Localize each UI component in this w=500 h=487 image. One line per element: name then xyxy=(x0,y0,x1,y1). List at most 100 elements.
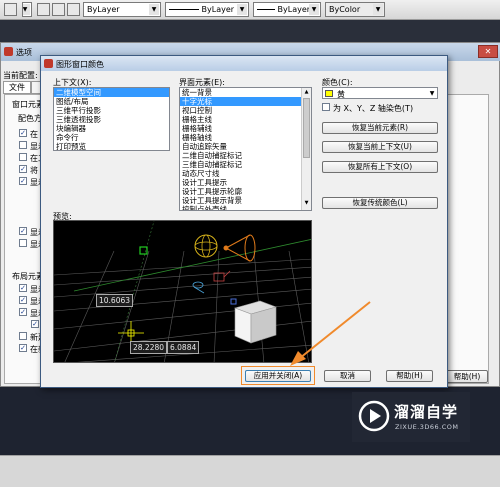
layout-checkbox-6[interactable]: ✓ xyxy=(19,344,27,352)
lineweight-dropdown[interactable]: ByLayer ▼ xyxy=(253,2,321,17)
green-axis-line xyxy=(73,239,311,292)
chevron-down-icon: ▼ xyxy=(429,90,435,97)
interface-list-item[interactable]: 栅格主线 xyxy=(180,115,311,124)
restore-current-context-label: 恢复当前上下文(U) xyxy=(348,142,412,151)
play-logo-icon xyxy=(358,400,390,432)
linetype-dropdown[interactable]: ByLayer ▼ xyxy=(165,2,249,17)
status-bar xyxy=(0,455,500,487)
interface-list-item[interactable]: 统一背景 xyxy=(180,88,311,97)
arrow-head xyxy=(290,351,306,366)
color-value: 黄 xyxy=(337,90,345,99)
interface-listbox[interactable]: 统一背景 十字光标 视口控制 栅格主线 栅格辅线 栅格轴线 自动追踪矢量 二维自动捕捉标记 三维… xyxy=(179,87,312,211)
options-help-button[interactable]: 帮助(H) xyxy=(446,370,488,383)
chevron-down-icon: ▼ xyxy=(149,4,159,15)
layout-checkbox-2[interactable]: ✓ xyxy=(19,296,27,304)
restore-classic-colors-button[interactable]: 恢复传统颜色(L) xyxy=(322,197,438,209)
plotstyle-value: ByColor xyxy=(329,5,361,14)
watermark-brand: 溜溜自学 xyxy=(394,403,459,421)
scroll-thumb[interactable] xyxy=(303,98,310,158)
color-dropdown[interactable]: 黄 ▼ xyxy=(322,87,438,99)
checkbox-1-label: 在 xyxy=(30,130,38,139)
watermark: 溜溜自学 ZIXUE.3D66.COM xyxy=(352,392,470,442)
context-list-item[interactable]: 二维模型空间 xyxy=(54,88,169,97)
make-current-icon[interactable] xyxy=(37,3,50,16)
chevron-down-icon: ▼ xyxy=(23,4,30,15)
dialog-title: 图形窗口颜色 xyxy=(56,60,104,69)
color-control-value: ByLayer xyxy=(87,5,120,14)
watermark-url: ZIXUE.3D66.COM xyxy=(395,423,459,431)
tab-files[interactable]: 文件 xyxy=(3,81,31,94)
restore-all-contexts-button[interactable]: 恢复所有上下文(O) xyxy=(322,161,438,173)
restore-all-contexts-label: 恢复所有上下文(O) xyxy=(347,162,413,171)
layout-checkbox-5[interactable] xyxy=(19,332,27,340)
layout-checkbox-3[interactable]: ✓ xyxy=(19,308,27,316)
checkbox-3[interactable] xyxy=(19,153,27,161)
restore-current-context-button[interactable]: 恢复当前上下文(U) xyxy=(322,141,438,153)
interface-list-item[interactable]: 栅格轴线 xyxy=(180,133,311,142)
checkbox-5[interactable]: ✓ xyxy=(19,177,27,185)
current-config-label: 当前配置: xyxy=(3,71,38,80)
interface-list-item[interactable]: 设计工具提示 xyxy=(180,178,311,187)
restore-current-element-label: 恢复当前元素(R) xyxy=(351,123,409,132)
distance-value: 10.6063 xyxy=(99,296,131,305)
restore-current-element-button[interactable]: 恢复当前元素(R) xyxy=(322,122,438,134)
scroll-down-icon[interactable]: ▼ xyxy=(303,200,310,208)
close-icon[interactable]: ✕ xyxy=(478,45,498,58)
y-value: 6.0884 xyxy=(170,343,197,352)
interface-list-item[interactable]: 设计工具提示背景 xyxy=(180,196,311,205)
tint-axes-label: 为 X、Y、Z 轴染色(T) xyxy=(333,104,414,113)
layout-checkbox-1[interactable]: ✓ xyxy=(19,284,27,292)
context-listbox[interactable]: 二维模型空间 图纸/布局 三维平行投影 三维透视投影 块编辑器 命令行 打印预览 xyxy=(53,87,170,151)
linetype-sample xyxy=(169,9,199,10)
context-list-item[interactable]: 三维平行投影 xyxy=(54,106,169,115)
checkbox-7[interactable] xyxy=(19,239,27,247)
layout-checkbox-4[interactable]: ✓ xyxy=(31,320,39,328)
dialog-title-bar: 图形窗口颜色 xyxy=(41,56,447,71)
lineweight-value: ByLayer xyxy=(277,5,311,14)
layer-previous-icon[interactable] xyxy=(52,3,65,16)
interface-list-item[interactable]: 二维自动捕捉标记 xyxy=(180,151,311,160)
properties-toolbar: ▼ ByLayer ▼ ByLayer ▼ ByLayer ▼ ByColor … xyxy=(0,0,500,20)
plotstyle-dropdown[interactable]: ByColor ▼ xyxy=(325,2,385,17)
linetype-value: ByLayer xyxy=(201,5,235,14)
color-control-dropdown[interactable]: ByLayer ▼ xyxy=(83,2,161,17)
interface-list-item[interactable]: 栅格辅线 xyxy=(180,124,311,133)
options-title: 选项 xyxy=(16,48,32,57)
context-list-item[interactable]: 打印预览 xyxy=(54,142,169,150)
checkbox-4-label: 将 xyxy=(30,166,38,175)
chevron-down-icon: ▼ xyxy=(237,4,247,15)
light-sphere-icon xyxy=(194,234,218,258)
help-label: 帮助(H) xyxy=(396,371,423,380)
drawing-area-top xyxy=(0,20,500,42)
tint-axes-checkbox[interactable] xyxy=(322,103,330,111)
checkbox-2[interactable] xyxy=(19,141,27,149)
checkbox-1[interactable]: ✓ xyxy=(19,129,27,137)
interface-list-item[interactable]: 视口控制 xyxy=(180,106,311,115)
layer-match-icon[interactable] xyxy=(67,3,80,16)
context-list-item[interactable]: 块编辑器 xyxy=(54,124,169,133)
context-list-item[interactable]: 图纸/布局 xyxy=(54,97,169,106)
checkbox-6[interactable]: ✓ xyxy=(19,227,27,235)
checkbox-4[interactable]: ✓ xyxy=(19,165,27,173)
layer-dropdown[interactable]: ▼ xyxy=(22,2,32,17)
lineweight-sample xyxy=(257,9,275,10)
interface-list-item[interactable]: 自动追踪矢量 xyxy=(180,142,311,151)
dynamic-input-y: 6.0884 xyxy=(167,341,200,354)
context-list-item[interactable]: 命令行 xyxy=(54,133,169,142)
options-help-label: 帮助(H) xyxy=(453,372,481,381)
interface-list-item[interactable]: 控制点外壳线 xyxy=(180,205,311,210)
dynamic-input-x: 28.2280 xyxy=(130,341,168,354)
grip-marker xyxy=(230,298,237,305)
interface-list-item[interactable]: 十字光标 xyxy=(180,97,311,106)
scroll-up-icon[interactable]: ▲ xyxy=(303,89,310,97)
interface-list-item[interactable]: 设计工具提示轮廓 xyxy=(180,187,311,196)
layer-state-icon[interactable] xyxy=(4,3,17,16)
context-list-item[interactable]: 三维透视投影 xyxy=(54,115,169,124)
interface-list-item[interactable]: 三维自动捕捉标记 xyxy=(180,160,311,169)
help-button[interactable]: 帮助(H) xyxy=(386,370,433,382)
interface-list-item[interactable]: 动态尺寸线 xyxy=(180,169,311,178)
interface-scrollbar[interactable]: ▲ ▼ xyxy=(301,88,311,210)
tab-files-label: 文件 xyxy=(9,83,25,92)
chevron-down-icon: ▼ xyxy=(309,4,319,15)
app-logo-icon xyxy=(44,59,53,68)
